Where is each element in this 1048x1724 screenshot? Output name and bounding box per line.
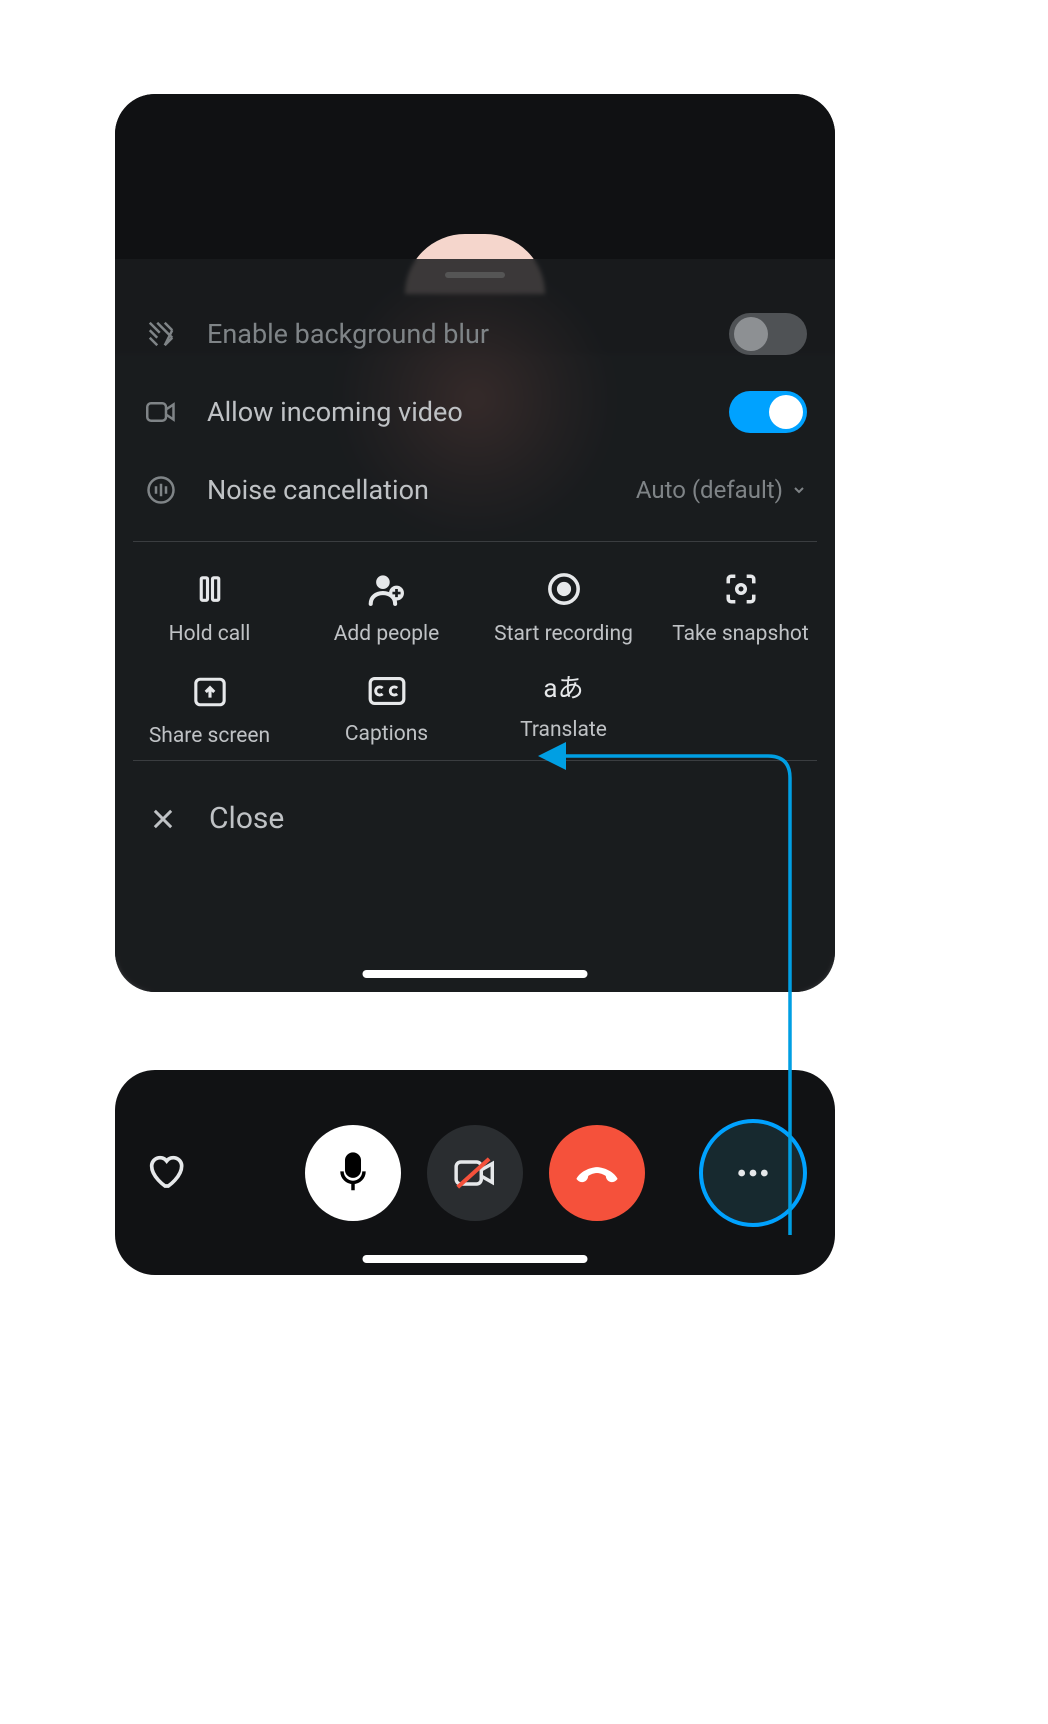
close-label: Close [209,801,284,836]
action-spacer [652,676,829,748]
record-icon [547,572,581,606]
action-grid: Hold call Add people Start recording [115,554,835,748]
more-options-button[interactable] [699,1119,807,1227]
share-screen-button[interactable]: Share screen [121,676,298,748]
captions-icon [368,676,406,706]
noise-value-select[interactable]: Auto (default) [636,476,807,504]
start-recording-button[interactable]: Start recording [475,572,652,646]
hold-call-button[interactable]: Hold call [121,572,298,646]
incoming-video-label: Allow incoming video [207,396,701,428]
add-people-label: Add people [334,622,440,646]
sheet-grabber[interactable] [445,272,505,278]
chevron-down-icon [791,482,807,498]
translate-icon: aあ [543,676,583,702]
heart-icon [145,1151,185,1191]
share-screen-icon [193,676,227,708]
microphone-icon [334,1151,372,1195]
take-snapshot-label: Take snapshot [672,622,808,646]
camera-off-icon [453,1155,497,1191]
pause-icon [195,572,225,606]
call-options-panel: Enable background blur Allow incoming vi… [115,94,835,992]
options-sheet: Enable background blur Allow incoming vi… [115,259,835,992]
mute-button[interactable] [305,1125,401,1221]
start-recording-label: Start recording [494,622,633,646]
translate-button[interactable]: aあ Translate [475,676,652,748]
close-button[interactable]: Close [115,773,835,836]
end-call-button[interactable] [549,1125,645,1221]
camera-button[interactable] [427,1125,523,1221]
noise-value: Auto (default) [636,476,783,504]
blur-label: Enable background blur [207,318,701,350]
setting-noise-cancellation[interactable]: Noise cancellation Auto (default) [115,451,835,529]
setting-background-blur[interactable]: Enable background blur [115,295,835,373]
hold-call-label: Hold call [169,622,251,646]
divider [133,760,817,761]
setting-incoming-video[interactable]: Allow incoming video [115,373,835,451]
blur-icon [143,319,179,349]
translate-label: Translate [520,718,607,742]
captions-button[interactable]: Captions [298,676,475,748]
more-icon [736,1168,770,1178]
home-indicator [363,1255,588,1263]
noise-label: Noise cancellation [207,474,608,506]
divider [133,541,817,542]
take-snapshot-button[interactable]: Take snapshot [652,572,829,646]
call-control-bar [115,1070,835,1275]
add-person-icon [368,572,406,606]
snapshot-icon [724,572,758,606]
share-screen-label: Share screen [149,724,270,748]
hangup-icon [572,1161,622,1185]
noise-icon [143,475,179,505]
blur-toggle[interactable] [729,313,807,355]
close-icon [145,805,181,833]
captions-label: Captions [345,722,428,746]
add-people-button[interactable]: Add people [298,572,475,646]
video-icon [143,399,179,425]
home-indicator [363,970,588,978]
react-heart-button[interactable] [145,1151,185,1195]
incoming-video-toggle[interactable] [729,391,807,433]
